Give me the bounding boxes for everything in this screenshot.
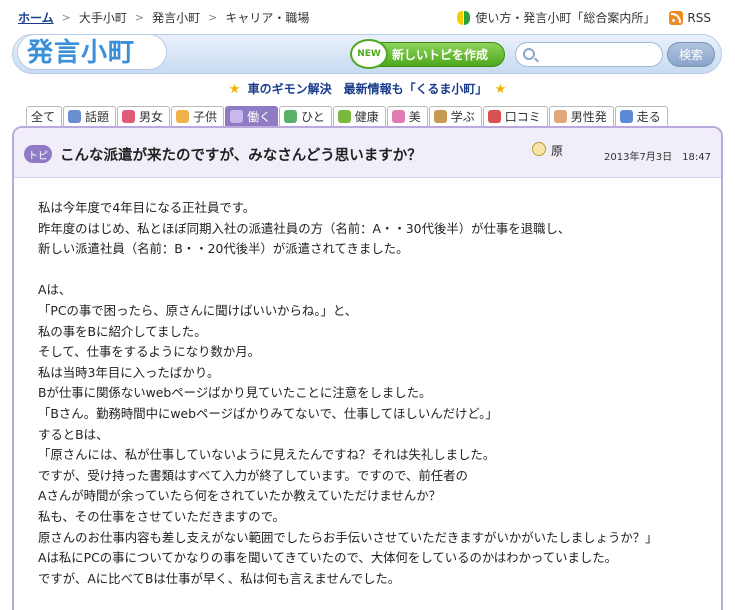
star-icon: ★	[228, 82, 241, 97]
topic-badge: トピ	[24, 145, 52, 163]
new-topic-button[interactable]: NEW 新しいトピを作成	[350, 39, 505, 69]
breadcrumb-separator: >	[134, 11, 145, 24]
body-line: ですが、受け持った書類はすべて入力が終了しています。ですので、前任者の	[38, 467, 468, 483]
body-line: 私は当時3年目に入ったばかり。	[38, 364, 220, 380]
body-line: するとBは、	[38, 426, 109, 442]
body-line: 新しい派遣社員（名前：B・・20代後半）が派遣されてきました。	[38, 241, 409, 257]
bus-icon	[487, 110, 501, 123]
tab-label: 子供	[193, 110, 218, 124]
site-logo[interactable]: 発言小町	[27, 32, 135, 69]
tab-label: 男女	[139, 110, 164, 124]
briefcase-icon	[230, 110, 244, 123]
smile-icon	[176, 110, 190, 123]
tab-label: ひと	[301, 110, 325, 124]
search-input[interactable]	[515, 42, 663, 67]
breadcrumb-item-otemachi[interactable]: 大手小町	[79, 9, 127, 26]
tab-0[interactable]: 全て	[26, 106, 63, 126]
heart-icon	[122, 110, 136, 123]
tab-label: 口コミ	[504, 110, 541, 124]
body-line: Aは私にPCの事についてかなりの事を聞いてきていたので、大体何をしているのかはわ…	[38, 550, 618, 566]
tab-5[interactable]: ひと	[279, 106, 332, 126]
body-line: Bが仕事に関係ないwebページばかり見ていたことに注意をしました。	[38, 385, 432, 401]
topic-body: 私は今年度で4年目になる正社員です。昨年度のはじめ、私とほぼ同期入社の派遣社員の…	[38, 198, 658, 589]
body-line: 私も、その仕事をさせていただきますので。	[38, 508, 285, 524]
body-line: ですが、Aに比べてBは仕事が早く、私は何も言えませんでした。	[38, 570, 401, 586]
search-button[interactable]: 検索	[667, 42, 715, 67]
breadcrumb-item-career[interactable]: キャリア・職場	[225, 9, 309, 26]
tab-1[interactable]: 話題	[63, 106, 117, 126]
new-badge: NEW	[350, 39, 388, 69]
tab-10[interactable]: 男性発	[548, 106, 614, 126]
tab-7[interactable]: 美	[386, 106, 428, 126]
announcement-banner[interactable]: ★ 車のギモン解決 最新情報も「くるま小町」 ★	[0, 80, 735, 97]
body-line: そして、仕事をするようになり数か月。	[38, 344, 261, 360]
topic-panel: トピ こんな派遣が来たのですが、みなさんどう思いますか？ 原 2013年7月3日…	[12, 126, 723, 610]
body-line: 「原さんには、私が仕事していないように見えたんですね？それは失礼しました。	[38, 447, 496, 463]
face-icon	[532, 142, 546, 156]
body-line: 昨年度のはじめ、私とほぼ同期入社の派遣社員の方（名前：A・・30代後半）が仕事を…	[38, 220, 571, 236]
tab-label: 美	[408, 110, 421, 124]
body-line	[38, 260, 658, 281]
runner-icon	[619, 110, 633, 123]
newspaper-icon	[68, 110, 82, 123]
tab-label: 全て	[31, 110, 56, 124]
top-links: 使い方・発言小町「総合案内所」 RSS	[457, 9, 711, 26]
topic-title-bar: トピ こんな派遣が来たのですが、みなさんどう思いますか？ 原 2013年7月3日…	[14, 128, 721, 178]
tab-8[interactable]: 学ぶ	[428, 106, 482, 126]
tab-11[interactable]: 走る	[614, 106, 668, 126]
body-line: 「Bさん。勤務時間中にwebページばかりみてないで、仕事してほしいんだけど。」	[38, 405, 498, 421]
tab-3[interactable]: 子供	[171, 106, 225, 126]
header-band: 発言小町 NEW 新しいトピを作成 検索	[12, 34, 722, 74]
body-line: Aさんが時間が余っていたら何をされていたか教えていただけませんか？	[38, 488, 441, 504]
star-icon: ★	[494, 82, 507, 97]
body-line: 私は今年度で4年目になる正社員です。	[38, 200, 256, 215]
tab-4[interactable]: 働く	[225, 106, 279, 126]
tab-label: 話題	[85, 110, 110, 124]
man-face-icon	[553, 110, 567, 123]
tab-label: 走る	[636, 110, 661, 124]
category-tabs: 全て 話題 男女 子供 働く ひと 健康 美 学ぶ 口コミ 男性発 走る	[26, 106, 669, 126]
rss-link[interactable]: RSS	[687, 11, 711, 25]
person-icon	[337, 110, 351, 123]
topic-title: こんな派遣が来たのですが、みなさんどう思いますか？	[60, 148, 422, 164]
tab-9[interactable]: 口コミ	[482, 106, 548, 126]
search-icon	[523, 48, 535, 60]
top-bar: ホーム > 大手小町 > 発言小町 > キャリア・職場 使い方・発言小町「総合案…	[0, 0, 735, 34]
tab-label: 健康	[354, 110, 379, 124]
new-topic-label: 新しいトピを作成	[392, 48, 489, 62]
breadcrumb: ホーム > 大手小町 > 発言小町 > キャリア・職場	[18, 9, 309, 26]
announcement-text: 車のギモン解決 最新情報も「くるま小町」	[247, 82, 488, 96]
tab-label: 働く	[247, 110, 272, 124]
topic-date: 2013年7月3日 18:47	[604, 152, 711, 163]
body-line: 私の事をBに紹介してました。	[38, 323, 207, 339]
body-line: 「PCの事で困ったら、原さんに聞けばいいからね。」と、	[38, 302, 358, 318]
breadcrumb-item-hatsugen[interactable]: 発言小町	[152, 9, 200, 26]
rss-icon	[669, 10, 684, 25]
tab-label: 男性発	[570, 110, 607, 124]
breadcrumb-home[interactable]: ホーム	[18, 9, 54, 26]
body-line: 原さんのお仕事内容も差し支えがない範囲でしたらお手伝いさせていただきますがいかが…	[38, 529, 658, 545]
beginner-mark-icon	[457, 10, 471, 25]
body-line: Aは、	[38, 282, 72, 298]
people-icon	[284, 110, 298, 123]
guide-link[interactable]: 使い方・発言小町「総合案内所」	[475, 9, 655, 26]
book-icon	[433, 110, 447, 123]
topic-author: 原	[551, 144, 564, 158]
cosmetic-icon	[391, 110, 405, 123]
tab-label: 学ぶ	[450, 110, 475, 124]
breadcrumb-separator: >	[208, 11, 218, 24]
tab-6[interactable]: 健康	[332, 106, 386, 126]
breadcrumb-separator: >	[61, 11, 71, 24]
tab-2[interactable]: 男女	[117, 106, 171, 126]
